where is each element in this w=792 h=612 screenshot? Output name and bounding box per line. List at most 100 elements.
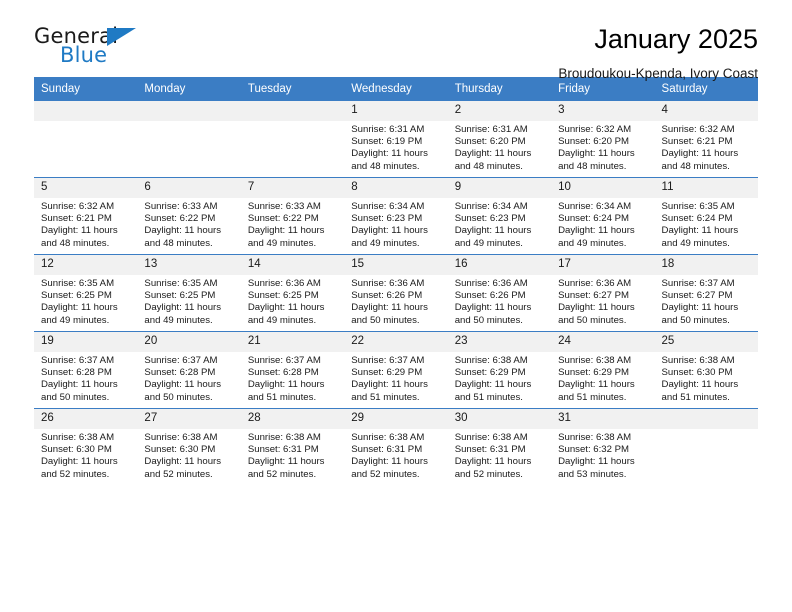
day-detail-line: Sunrise: 6:33 AM [144, 201, 218, 212]
day-detail-line: Sunset: 6:24 PM [661, 213, 733, 225]
day-detail-line: Sunrise: 6:37 AM [144, 355, 218, 366]
calendar-day-cell[interactable]: 8 Sunrise: 6:34 AM Sunset: 6:23 PM Daylight… [344, 177, 448, 255]
day-detail-line: Sunset: 6:32 PM [558, 444, 630, 456]
calendar-day-cell[interactable]: 31 Sunrise: 6:38 AM Sunset: 6:32 PM Dayligh… [551, 408, 655, 485]
calendar-day-cell[interactable]: 2 Sunrise: 6:31 AM Sunset: 6:20 PM Daylight… [447, 101, 552, 178]
day-number: 11 [654, 178, 758, 198]
day-detail-line: Daylight: 11 hours [247, 225, 325, 237]
day-detail-line: Sunset: 6:29 PM [351, 367, 423, 379]
title-block: January 2025 Broudoukou-Kpenda, Ivory Co… [154, 24, 758, 83]
calendar-empty-cell [137, 101, 241, 178]
day-detail-line: Sunset: 6:28 PM [144, 367, 216, 379]
day-detail-line: Sunrise: 6:38 AM [558, 355, 632, 366]
day-detail-line: and 49 minutes. [247, 237, 317, 249]
calendar-day-cell[interactable]: 24 Sunrise: 6:38 AM Sunset: 6:29 PM Dayligh… [551, 331, 655, 409]
day-details: Sunrise: 6:37 AM Sunset: 6:27 PM Daylight:… [655, 275, 758, 327]
day-detail-line: Daylight: 11 hours [558, 379, 635, 391]
day-details: Sunrise: 6:38 AM Sunset: 6:30 PM Daylight:… [137, 429, 240, 481]
day-number: 27 [137, 409, 241, 429]
day-number [654, 409, 758, 429]
calendar-page: General Blue January 2025 Broudoukou-Kpe… [0, 0, 792, 612]
day-details: Sunrise: 6:38 AM Sunset: 6:31 PM Daylight:… [344, 429, 447, 481]
day-number: 6 [137, 178, 241, 198]
calendar-day-cell[interactable]: 7 Sunrise: 6:33 AM Sunset: 6:22 PM Daylight… [240, 177, 345, 255]
day-detail-line: and 52 minutes. [41, 468, 110, 480]
day-detail-line: and 51 minutes. [661, 391, 730, 403]
day-detail-line: Sunrise: 6:38 AM [247, 432, 321, 443]
day-detail-line: and 49 minutes. [144, 314, 213, 326]
calendar-day-cell[interactable]: 17 Sunrise: 6:36 AM Sunset: 6:27 PM Dayligh… [551, 254, 655, 332]
calendar-day-cell[interactable]: 19 Sunrise: 6:37 AM Sunset: 6:28 PM Dayligh… [34, 331, 138, 409]
day-detail-line: Sunrise: 6:38 AM [454, 432, 528, 443]
day-details: Sunrise: 6:31 AM Sunset: 6:20 PM Daylight:… [448, 121, 551, 173]
day-detail-line: and 52 minutes. [454, 468, 523, 480]
day-details: Sunrise: 6:36 AM Sunset: 6:27 PM Daylight:… [551, 275, 654, 327]
calendar-day-cell[interactable]: 10 Sunrise: 6:34 AM Sunset: 6:24 PM Dayligh… [551, 177, 655, 255]
calendar-body: 1 Sunrise: 6:31 AM Sunset: 6:19 PM Daylight… [34, 101, 758, 485]
day-detail-line: Daylight: 11 hours [247, 379, 325, 391]
day-detail-line: Sunrise: 6:36 AM [247, 278, 321, 289]
day-details: Sunrise: 6:32 AM Sunset: 6:21 PM Daylight:… [655, 121, 758, 173]
general-blue-logo: General Blue [34, 24, 154, 72]
day-detail-line: Sunset: 6:20 PM [454, 136, 526, 148]
day-detail-line: and 49 minutes. [41, 314, 110, 326]
calendar-day-cell[interactable]: 26 Sunrise: 6:38 AM Sunset: 6:30 PM Dayligh… [34, 408, 138, 485]
calendar-day-cell[interactable]: 5 Sunrise: 6:32 AM Sunset: 6:21 PM Daylight… [34, 177, 138, 255]
calendar-day-cell[interactable]: 29 Sunrise: 6:38 AM Sunset: 6:31 PM Dayligh… [344, 408, 448, 485]
day-number: 10 [551, 178, 655, 198]
day-number: 5 [34, 178, 138, 198]
calendar-empty-cell [240, 101, 345, 178]
day-detail-line: Daylight: 11 hours [454, 148, 532, 160]
day-detail-line: and 53 minutes. [558, 468, 627, 480]
calendar-day-cell[interactable]: 21 Sunrise: 6:37 AM Sunset: 6:28 PM Dayligh… [240, 331, 345, 409]
calendar-day-cell[interactable]: 18 Sunrise: 6:37 AM Sunset: 6:27 PM Dayligh… [654, 254, 758, 332]
day-details: Sunrise: 6:36 AM Sunset: 6:26 PM Daylight:… [448, 275, 551, 327]
day-number: 2 [447, 101, 552, 121]
day-detail-line: and 48 minutes. [41, 237, 110, 249]
day-number: 30 [447, 409, 552, 429]
day-detail-line: Sunset: 6:19 PM [351, 136, 423, 148]
day-detail-line: Daylight: 11 hours [558, 302, 635, 314]
day-detail-line: Sunset: 6:22 PM [144, 213, 216, 225]
day-detail-line: Sunset: 6:27 PM [558, 290, 630, 302]
day-detail-line: Sunrise: 6:36 AM [351, 278, 425, 289]
day-number: 19 [34, 332, 138, 352]
calendar-day-cell[interactable]: 9 Sunrise: 6:34 AM Sunset: 6:23 PM Daylight… [447, 177, 552, 255]
calendar-day-cell[interactable]: 3 Sunrise: 6:32 AM Sunset: 6:20 PM Daylight… [551, 101, 655, 178]
calendar-day-cell[interactable]: 4 Sunrise: 6:32 AM Sunset: 6:21 PM Daylight… [654, 101, 758, 178]
calendar-day-cell[interactable]: 30 Sunrise: 6:38 AM Sunset: 6:31 PM Dayligh… [447, 408, 552, 485]
day-detail-line: Sunset: 6:21 PM [661, 136, 733, 148]
calendar-day-cell[interactable]: 11 Sunrise: 6:35 AM Sunset: 6:24 PM Dayligh… [654, 177, 758, 255]
day-detail-line: Daylight: 11 hours [41, 456, 118, 468]
day-detail-line: Sunset: 6:26 PM [454, 290, 526, 302]
day-detail-line: and 51 minutes. [558, 391, 627, 403]
day-detail-line: Daylight: 11 hours [661, 225, 739, 237]
day-detail-line: Sunrise: 6:37 AM [41, 355, 115, 366]
calendar-day-cell[interactable]: 28 Sunrise: 6:38 AM Sunset: 6:31 PM Dayligh… [240, 408, 345, 485]
calendar-day-cell[interactable]: 16 Sunrise: 6:36 AM Sunset: 6:26 PM Dayligh… [447, 254, 552, 332]
day-detail-line: Sunrise: 6:38 AM [351, 432, 425, 443]
calendar-day-cell[interactable]: 22 Sunrise: 6:37 AM Sunset: 6:29 PM Dayligh… [344, 331, 448, 409]
day-detail-line: Daylight: 11 hours [41, 225, 118, 237]
day-detail-line: Daylight: 11 hours [454, 379, 532, 391]
day-details: Sunrise: 6:34 AM Sunset: 6:23 PM Daylight:… [344, 198, 447, 250]
day-detail-line: Daylight: 11 hours [558, 225, 635, 237]
day-number: 20 [137, 332, 241, 352]
calendar-day-cell[interactable]: 25 Sunrise: 6:38 AM Sunset: 6:30 PM Dayligh… [654, 331, 758, 409]
calendar-day-cell[interactable]: 1 Sunrise: 6:31 AM Sunset: 6:19 PM Daylight… [344, 101, 448, 178]
calendar-day-cell[interactable]: 13 Sunrise: 6:35 AM Sunset: 6:25 PM Dayligh… [137, 254, 241, 332]
calendar-day-cell[interactable]: 23 Sunrise: 6:38 AM Sunset: 6:29 PM Dayligh… [447, 331, 552, 409]
day-detail-line: Daylight: 11 hours [247, 302, 325, 314]
calendar-day-cell[interactable]: 6 Sunrise: 6:33 AM Sunset: 6:22 PM Daylight… [137, 177, 241, 255]
day-detail-line: Sunrise: 6:32 AM [558, 124, 632, 135]
day-detail-line: Sunset: 6:23 PM [351, 213, 423, 225]
calendar-day-cell[interactable]: 20 Sunrise: 6:37 AM Sunset: 6:28 PM Dayligh… [137, 331, 241, 409]
calendar-day-cell[interactable]: 14 Sunrise: 6:36 AM Sunset: 6:25 PM Dayligh… [240, 254, 345, 332]
calendar-day-cell[interactable]: 15 Sunrise: 6:36 AM Sunset: 6:26 PM Dayligh… [344, 254, 448, 332]
day-detail-line: and 49 minutes. [247, 314, 317, 326]
day-detail-line: and 49 minutes. [558, 237, 627, 249]
calendar-day-cell[interactable]: 12 Sunrise: 6:35 AM Sunset: 6:25 PM Dayligh… [34, 254, 138, 332]
day-details: Sunrise: 6:31 AM Sunset: 6:19 PM Daylight:… [344, 121, 447, 173]
day-detail-line: Sunrise: 6:35 AM [144, 278, 218, 289]
calendar-day-cell[interactable]: 27 Sunrise: 6:38 AM Sunset: 6:30 PM Dayligh… [137, 408, 241, 485]
